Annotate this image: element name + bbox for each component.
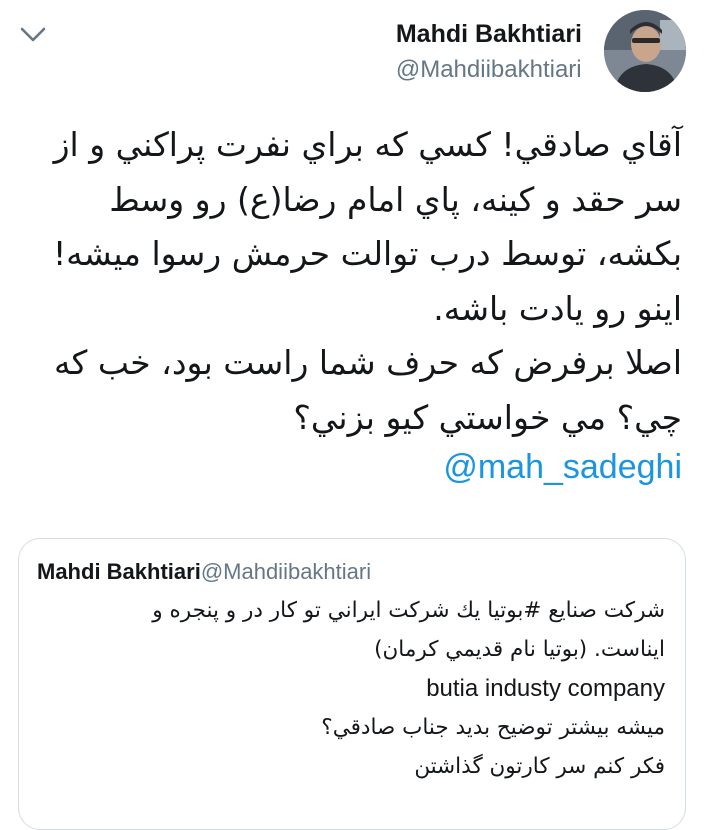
quoted-text-line: ميشه بيشتر توضيح بديد جناب صادقي؟ [321, 715, 665, 740]
tweet-text: آقاي صادقي! كسي كه براي نفرت پراكني و از… [17, 118, 682, 445]
tweet-text-line: اينو رو يادت باشه. [433, 288, 682, 328]
mention-link[interactable]: @mah_sadeghi [443, 440, 682, 494]
tweet-author[interactable]: Mahdi Bakhtiari @Mahdiibakhtiari [396, 18, 582, 86]
quoted-author-name: Mahdi Bakhtiari [37, 559, 201, 584]
tweet-text-line: بكشه، توسط درب توالت حرمش رسوا ميشه! [52, 234, 682, 273]
author-name[interactable]: Mahdi Bakhtiari [396, 18, 582, 50]
tweet-text-line: سر حقد و كينه، پاي امام رضا(ع) رو وسط [109, 179, 682, 219]
quoted-tweet[interactable]: Mahdi Bakhtiari@Mahdiibakhtiari شركت صنا… [18, 538, 686, 830]
quoted-tweet-header: Mahdi Bakhtiari@Mahdiibakhtiari [37, 559, 371, 585]
tweet-text-line: آقاي صادقي! كسي كه براي نفرت پراكني و از [53, 125, 682, 164]
quoted-text-line: شركت صنايع #بوتيا يك شركت ايراني تو كار … [152, 598, 665, 623]
avatar[interactable] [604, 10, 686, 92]
quoted-text-line: ايناست. (بوتيا نام قديمي كرمان) [374, 637, 665, 662]
chevron-down-icon[interactable] [18, 24, 48, 46]
tweet-text-line: اصلا برفرض كه حرف شما راست بود، خب كه [53, 343, 682, 382]
tweet-text-line: چي؟ مي خواستي كيو بزني؟ [293, 397, 682, 437]
quoted-text-line: butia industy company [426, 675, 665, 702]
quoted-tweet-text: شركت صنايع #بوتيا يك شركت ايراني تو كار … [25, 591, 665, 786]
quoted-author-handle: @Mahdiibakhtiari [200, 559, 372, 584]
quoted-text-line: فكر كنم سر كارتون گذاشتن [414, 754, 665, 779]
author-handle[interactable]: @Mahdiibakhtiari [396, 54, 582, 86]
